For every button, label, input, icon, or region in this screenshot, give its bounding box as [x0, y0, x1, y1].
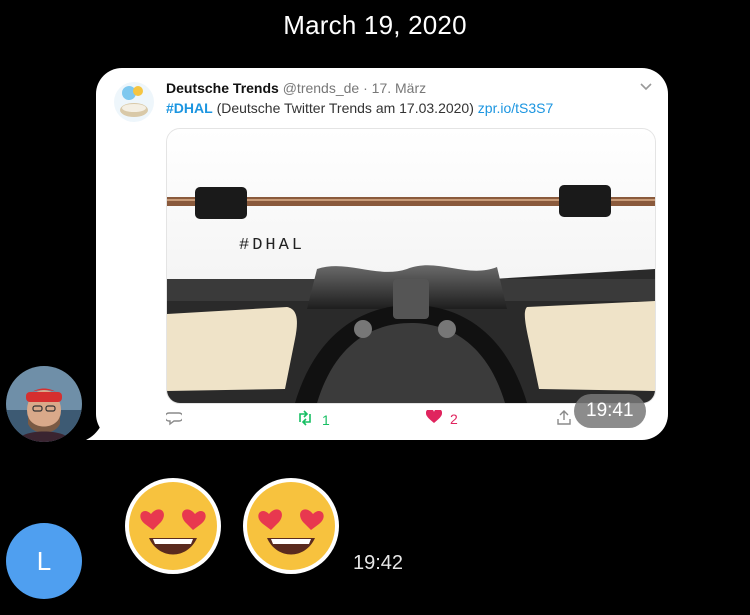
tweet-date[interactable]: 17. März — [372, 80, 426, 96]
heart-icon — [425, 408, 443, 427]
tweet-text: #DHAL (Deutsche Twitter Trends am 17.03.… — [166, 100, 553, 116]
tweet-message-time: 19:41 — [574, 394, 646, 428]
reply-button[interactable] — [164, 410, 184, 429]
sender-avatar[interactable] — [6, 366, 82, 442]
tweet-media-image[interactable]: #DHAL — [166, 128, 656, 404]
retweet-icon — [296, 410, 314, 429]
user-avatar[interactable]: L — [6, 523, 82, 599]
tweet-bubble[interactable]: Deutsche Trends @trends_de · 17. März #D… — [96, 68, 668, 440]
tweet-body: (Deutsche Twitter Trends am 17.03.2020) — [216, 100, 474, 116]
tweet-author-name[interactable]: Deutsche Trends — [166, 80, 279, 96]
reply-icon — [164, 410, 184, 429]
reply-message-time: 19:42 — [353, 552, 404, 574]
like-count: 2 — [450, 410, 458, 427]
chevron-down-icon[interactable] — [640, 78, 652, 94]
share-button[interactable] — [556, 410, 572, 429]
tweet-header: Deutsche Trends @trends_de · 17. März — [166, 80, 426, 96]
share-icon — [556, 410, 572, 429]
media-typed-text: #DHAL — [239, 236, 305, 255]
tweet-hashtag[interactable]: #DHAL — [166, 100, 213, 116]
emoji-heart-eyes-1[interactable] — [123, 476, 223, 576]
tweet-author-avatar[interactable] — [114, 82, 154, 122]
user-avatar-letter: L — [36, 545, 52, 576]
tweet-author-handle[interactable]: @trends_de — [283, 80, 359, 96]
tweet-separator: · — [363, 80, 368, 96]
like-button[interactable]: 2 — [425, 408, 458, 427]
retweet-button[interactable]: 1 — [296, 410, 330, 429]
retweet-count: 1 — [322, 411, 330, 428]
tweet-link[interactable]: zpr.io/tS3S7 — [478, 100, 554, 116]
emoji-heart-eyes-2[interactable] — [241, 476, 341, 576]
date-header: March 19, 2020 — [283, 10, 467, 40]
